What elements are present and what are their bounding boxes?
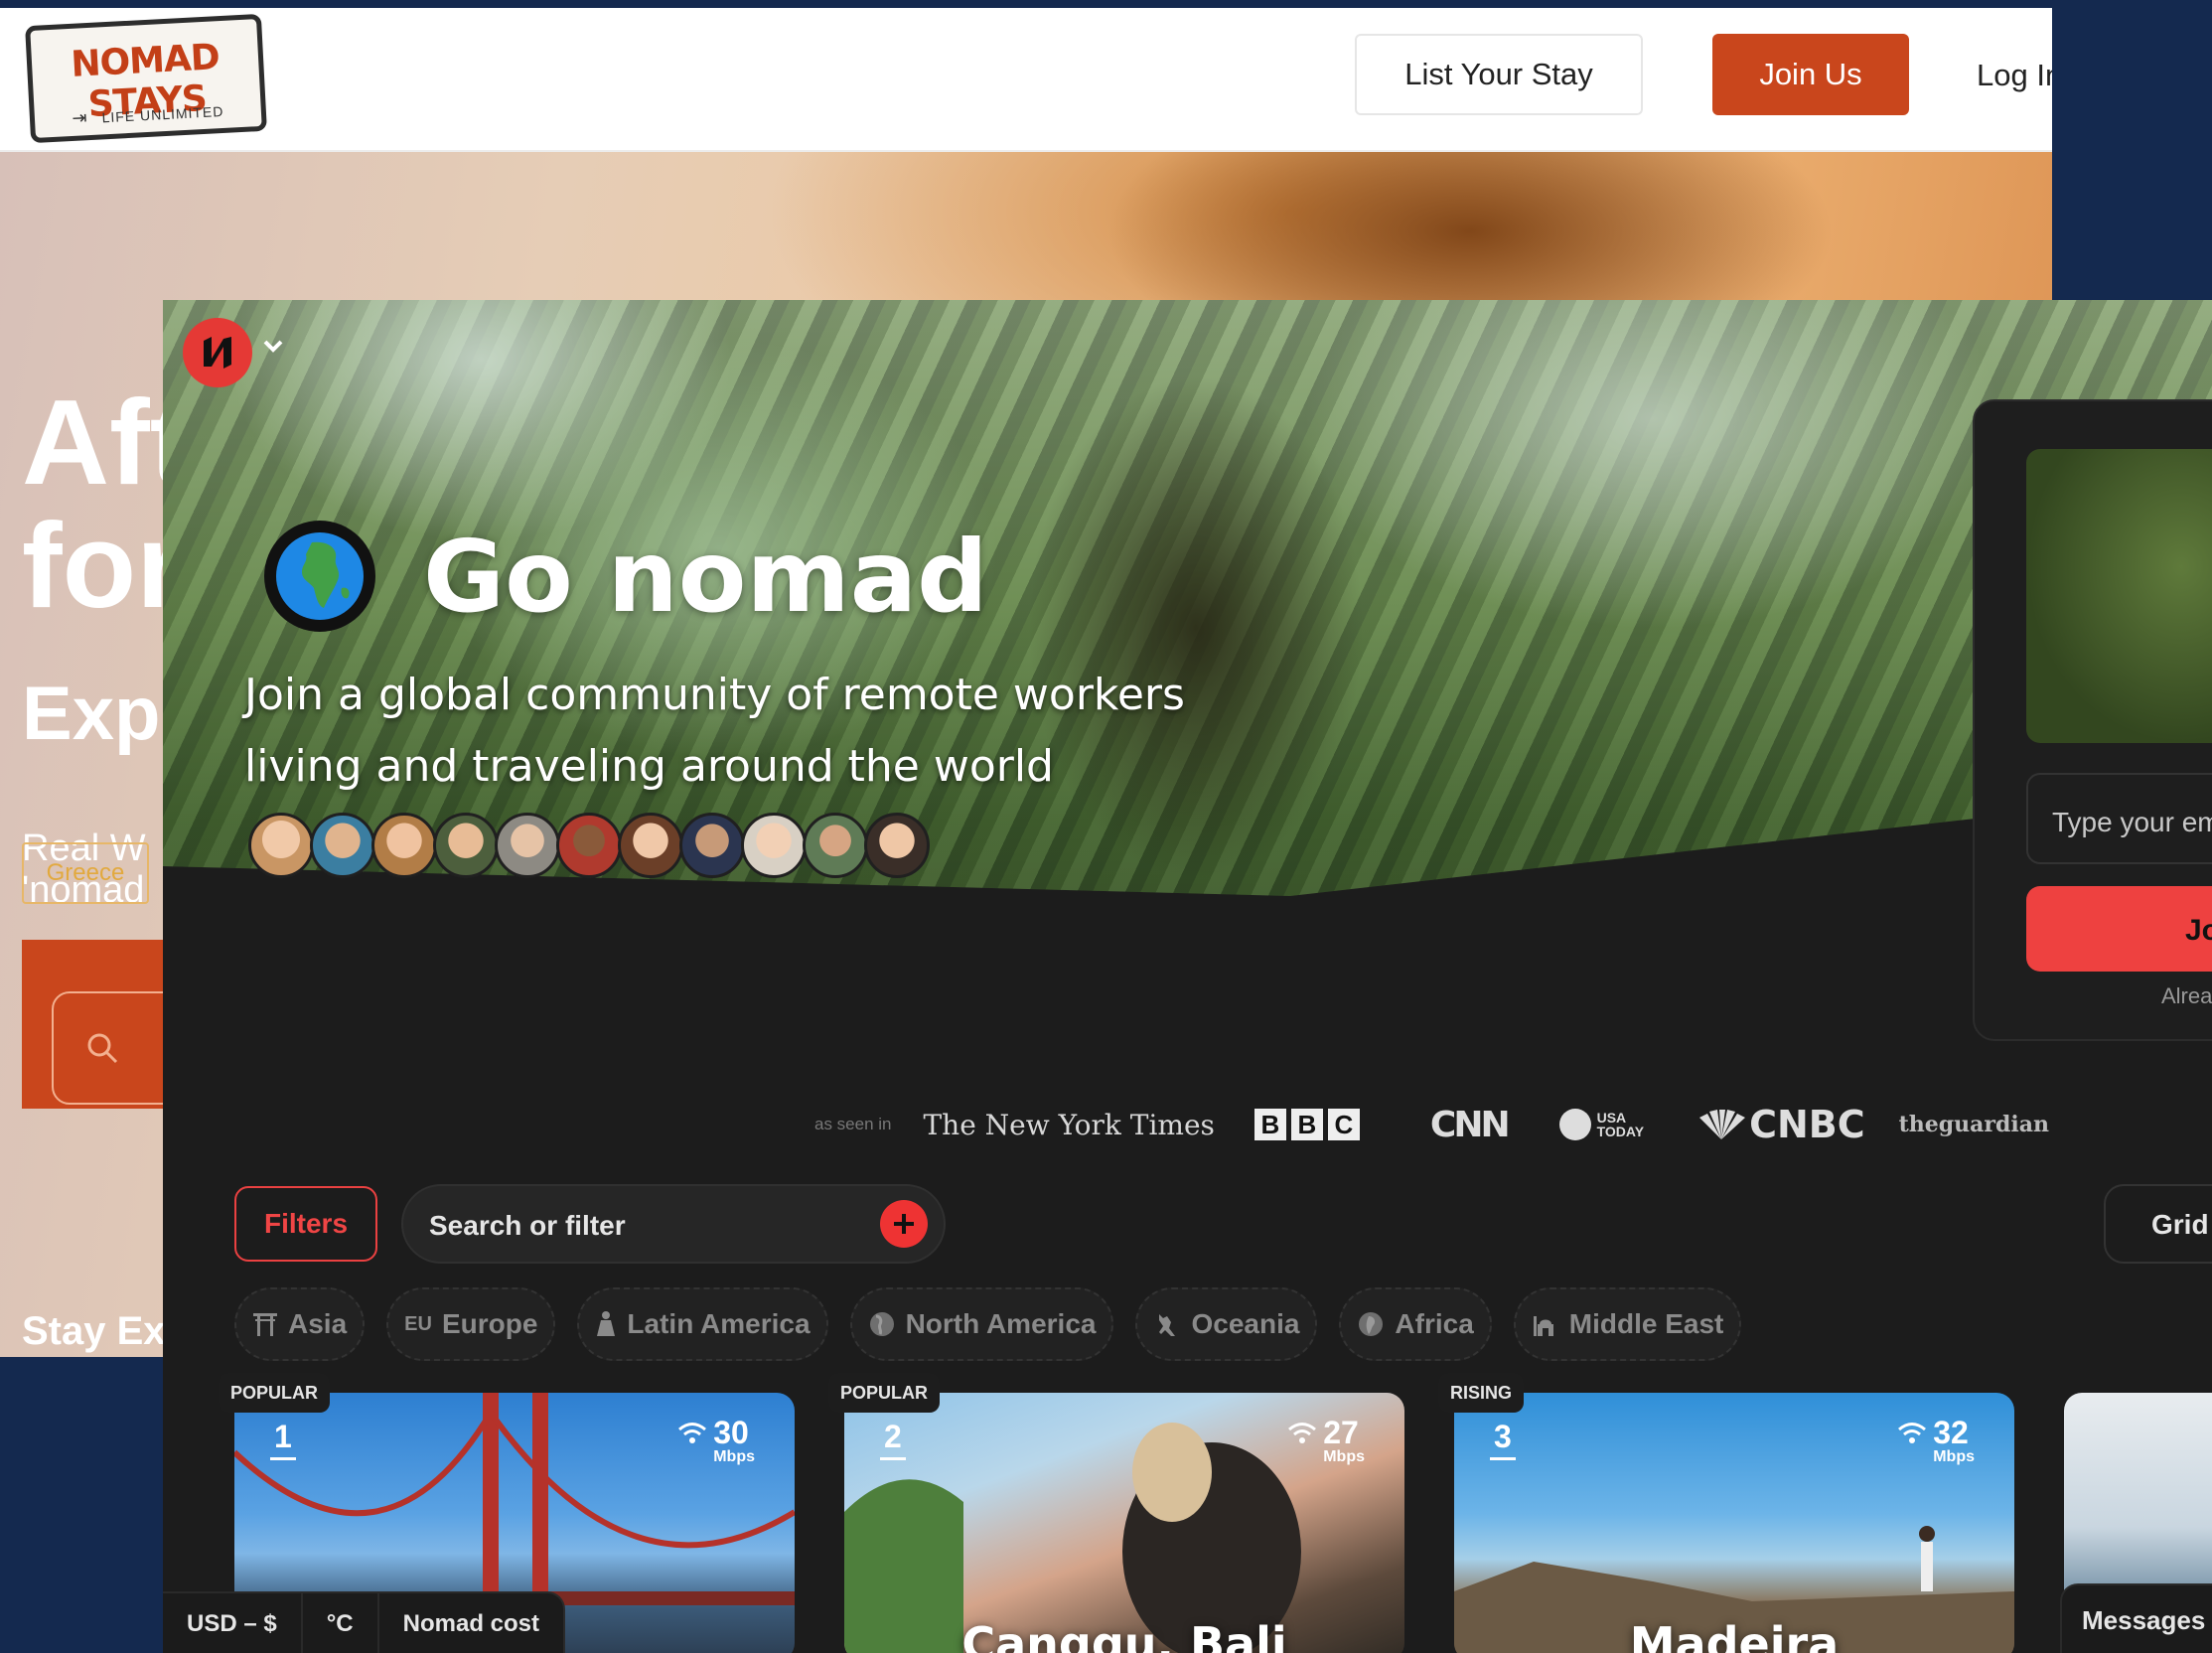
kangaroo-icon bbox=[1153, 1310, 1181, 1338]
avatar[interactable] bbox=[433, 813, 499, 878]
globe-americas-icon bbox=[868, 1310, 896, 1338]
avatar[interactable] bbox=[248, 813, 314, 878]
cnbc-logo: CNBC bbox=[1694, 1103, 1865, 1146]
avatar[interactable] bbox=[556, 813, 622, 878]
join-button[interactable]: Join bbox=[2026, 886, 2212, 972]
signup-photo bbox=[2026, 449, 2212, 743]
logo-mark-icon bbox=[204, 337, 231, 369]
avatar[interactable] bbox=[679, 813, 745, 878]
already-member-link[interactable]: Already bbox=[2161, 983, 2212, 1009]
city-name: Canggu, Bali bbox=[961, 1617, 1287, 1653]
city-name: Madeira bbox=[1629, 1617, 1840, 1653]
signup-panel: Type your email Join Already bbox=[1973, 399, 2212, 1041]
region-filter-europe[interactable]: EU Europe bbox=[386, 1287, 556, 1361]
nomad-stays-header: NOMAD STAYS ⇥ LIFE UNLIMITED List Your St… bbox=[0, 8, 2052, 152]
search-placeholder: Search or filter bbox=[429, 1210, 626, 1241]
hero-subtitle: Join a global community of remote worker… bbox=[244, 670, 1185, 792]
search-icon bbox=[85, 1031, 119, 1070]
wifi-icon bbox=[1288, 1423, 1317, 1443]
destination-chip[interactable]: Greece bbox=[22, 842, 149, 904]
region-filter-asia[interactable]: Asia bbox=[234, 1287, 366, 1361]
avatar[interactable] bbox=[371, 813, 437, 878]
wifi-speed: 27 Mbps bbox=[1287, 1417, 1365, 1466]
region-label: Oceania bbox=[1191, 1308, 1300, 1339]
logo-subtitle: LIFE UNLIMITED bbox=[101, 102, 224, 126]
add-filter-button[interactable] bbox=[880, 1200, 928, 1248]
arrow-icon: ⇥ bbox=[71, 107, 89, 128]
region-filters: Asia EU Europe Latin America North Americ… bbox=[234, 1287, 1763, 1361]
hero-subheading: Expl bbox=[22, 672, 182, 756]
region-label: Middle East bbox=[1568, 1308, 1724, 1339]
avatar[interactable] bbox=[803, 813, 868, 878]
wifi-icon bbox=[1898, 1423, 1927, 1443]
nomad-cost-toggle[interactable]: Nomad cost bbox=[379, 1593, 563, 1653]
wifi-speed: 30 Mbps bbox=[677, 1417, 755, 1466]
region-label: Europe bbox=[441, 1308, 538, 1339]
temperature-unit-toggle[interactable]: °C bbox=[303, 1593, 379, 1653]
bottom-settings-bar: USD – $ °C Nomad cost bbox=[163, 1591, 565, 1653]
city-card[interactable]: 2 27 Mbps Canggu, Bali bbox=[844, 1393, 1404, 1653]
bbc-logo: BBC bbox=[1253, 1109, 1365, 1140]
city-card[interactable]: 3 32 Mbps Madeira bbox=[1454, 1393, 2014, 1653]
region-filter-oceania[interactable]: Oceania bbox=[1135, 1287, 1318, 1361]
region-label: Asia bbox=[288, 1308, 348, 1339]
dancer-icon bbox=[595, 1310, 617, 1338]
city-rank: 1 bbox=[270, 1419, 296, 1460]
hero-title: Go nomad bbox=[423, 519, 988, 635]
cnn-logo: CNN bbox=[1429, 1104, 1511, 1145]
city-tag: POPULAR bbox=[828, 1373, 941, 1413]
region-label: North America bbox=[905, 1308, 1097, 1339]
torii-gate-icon bbox=[252, 1311, 278, 1337]
guardian-logo: theguardian bbox=[1898, 1112, 2049, 1137]
list-your-stay-button[interactable]: List Your Stay bbox=[1355, 34, 1643, 115]
city-rank: 2 bbox=[880, 1419, 906, 1460]
wifi-icon bbox=[678, 1423, 707, 1443]
email-field[interactable]: Type your email bbox=[2026, 773, 2212, 864]
login-link[interactable]: Log In bbox=[1977, 58, 2052, 93]
region-label: Africa bbox=[1395, 1308, 1474, 1339]
city-tag: RISING bbox=[1438, 1373, 1525, 1413]
peacock-icon bbox=[1699, 1110, 1746, 1139]
wifi-speed: 32 Mbps bbox=[1897, 1417, 1975, 1466]
currency-selector[interactable]: USD – $ bbox=[163, 1593, 303, 1653]
messages-button[interactable]: Messages bbox=[2060, 1583, 2212, 1653]
globe-icon bbox=[264, 521, 375, 632]
chevron-down-icon[interactable] bbox=[262, 338, 284, 359]
region-filter-latin-america[interactable]: Latin America bbox=[577, 1287, 828, 1361]
region-filter-north-america[interactable]: North America bbox=[849, 1287, 1114, 1361]
nomad-list-window: Go nomad Join a global community of remo… bbox=[163, 300, 2212, 1653]
press-label: as seen in bbox=[814, 1115, 892, 1133]
avatar[interactable] bbox=[495, 813, 560, 878]
eu-icon: EU bbox=[404, 1312, 432, 1335]
usa-today-logo: USA TODAY bbox=[1558, 1109, 1644, 1140]
avatar[interactable] bbox=[864, 813, 930, 878]
avatar[interactable] bbox=[310, 813, 375, 878]
globe-africa-icon bbox=[1357, 1310, 1385, 1338]
member-avatars bbox=[248, 813, 930, 884]
region-filter-middle-east[interactable]: Middle East bbox=[1513, 1287, 1742, 1361]
join-us-button[interactable]: Join Us bbox=[1712, 34, 1909, 115]
search-input[interactable]: Search or filter bbox=[401, 1184, 946, 1264]
nomad-list-logo[interactable] bbox=[183, 318, 252, 387]
city-rank: 3 bbox=[1490, 1419, 1516, 1460]
grid-view-toggle[interactable]: Grid bbox=[2104, 1184, 2212, 1264]
nyt-logo: The New York Times bbox=[923, 1108, 1215, 1141]
avatar[interactable] bbox=[618, 813, 683, 878]
press-logos: as seen in The New York Times BBC CNN US… bbox=[814, 1095, 2049, 1154]
nomad-stays-logo[interactable]: NOMAD STAYS ⇥ LIFE UNLIMITED bbox=[25, 13, 267, 144]
region-filter-africa[interactable]: Africa bbox=[1339, 1287, 1492, 1361]
city-tag: POPULAR bbox=[219, 1373, 331, 1413]
filters-button[interactable]: Filters bbox=[234, 1186, 377, 1262]
region-label: Latin America bbox=[627, 1308, 811, 1339]
plus-icon bbox=[894, 1214, 914, 1234]
avatar[interactable] bbox=[741, 813, 807, 878]
mosque-icon bbox=[1532, 1310, 1559, 1338]
